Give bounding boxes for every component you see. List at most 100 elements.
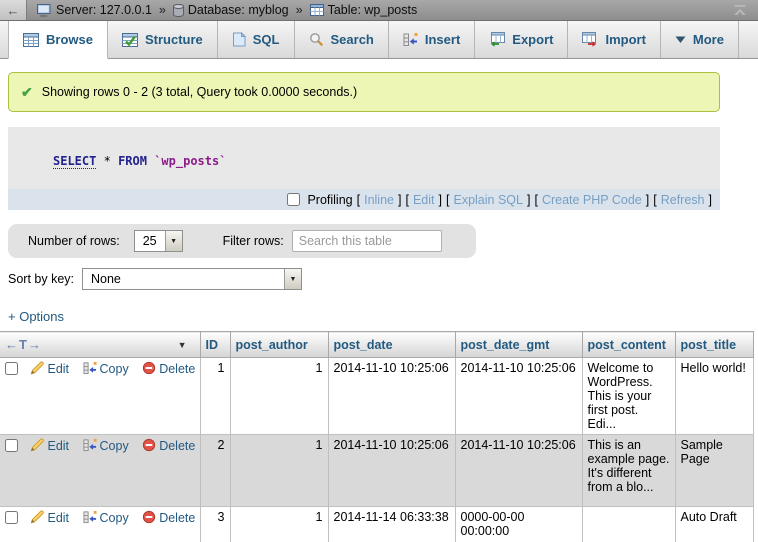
- tab-import-label: Import: [605, 32, 645, 47]
- header-post-title[interactable]: post_title: [675, 332, 753, 358]
- delete-action[interactable]: Delete: [142, 362, 195, 376]
- create-php-code-link[interactable]: Create PHP Code: [542, 193, 642, 207]
- bracket: [: [357, 193, 360, 207]
- cell-post-date: 2014-11-14 06:33:38: [328, 507, 455, 542]
- import-icon: [582, 32, 598, 47]
- copy-icon: [83, 510, 97, 524]
- edit-link: Edit: [47, 362, 69, 376]
- copy-action[interactable]: Copy: [83, 439, 129, 453]
- delete-action[interactable]: Delete: [142, 439, 195, 453]
- delete-link: Delete: [159, 439, 195, 453]
- breadcrumb: Server: 127.0.0.1 » Database: myblog » T…: [27, 0, 417, 20]
- rows-per-page-value: 25: [135, 231, 165, 251]
- refresh-link[interactable]: Refresh: [661, 193, 705, 207]
- cell-post-title: Auto Draft: [675, 507, 753, 542]
- edit-action[interactable]: Edit: [30, 439, 69, 453]
- row-actions-cell: Edit Copy Delete: [0, 507, 200, 542]
- cell-post-author: 1: [230, 435, 328, 507]
- sql-keyword-from: FROM: [118, 154, 147, 168]
- bracket: [: [534, 193, 537, 207]
- copy-action[interactable]: Copy: [83, 511, 129, 525]
- row-checkbox[interactable]: [5, 511, 18, 524]
- back-arrow-button[interactable]: ←: [0, 0, 27, 20]
- breadcrumb-server-label: Server: 127.0.0.1: [56, 3, 152, 17]
- cell-post-author: 1: [230, 507, 328, 542]
- rows-per-page-select[interactable]: 25 ▼: [134, 230, 183, 252]
- with-selected-caret-icon[interactable]: ▼: [178, 340, 195, 350]
- bracket: ]: [646, 193, 649, 207]
- options-toggle-link[interactable]: + Options: [8, 309, 64, 324]
- header-post-date[interactable]: post_date: [328, 332, 455, 358]
- tab-search-label: Search: [331, 32, 374, 47]
- inline-link[interactable]: Inline: [364, 193, 394, 207]
- bracket: [: [446, 193, 449, 207]
- header-id[interactable]: ID: [200, 332, 230, 358]
- cell-post-date: 2014-11-10 10:25:06: [328, 358, 455, 435]
- select-caret-icon: ▼: [165, 231, 182, 251]
- search-icon: [309, 32, 324, 47]
- sql-keyword-select[interactable]: SELECT: [53, 154, 96, 169]
- tab-sql[interactable]: SQL: [218, 21, 295, 58]
- cell-post-content: This is an example page. It's different …: [582, 435, 675, 507]
- breadcrumb-table[interactable]: Table: wp_posts: [310, 3, 418, 17]
- bracket: [: [405, 193, 408, 207]
- breadcrumb-server[interactable]: Server: 127.0.0.1: [37, 3, 152, 17]
- tab-search[interactable]: Search: [295, 21, 389, 58]
- column-nav-icon[interactable]: ←T→: [5, 337, 42, 352]
- back-arrow-icon: ←: [7, 3, 20, 18]
- sql-query: SELECT * FROM `wp_posts`: [8, 127, 720, 189]
- edit-link: Edit: [47, 511, 69, 525]
- breadcrumb-table-label: Table: wp_posts: [328, 3, 418, 17]
- edit-action[interactable]: Edit: [30, 511, 69, 525]
- results-table: ←T→ ▼ ID post_author post_date post_date…: [0, 331, 754, 542]
- edit-query-link[interactable]: Edit: [413, 193, 435, 207]
- export-icon: [489, 32, 505, 47]
- delete-action[interactable]: Delete: [142, 511, 195, 525]
- cell-post-title: Sample Page: [675, 435, 753, 507]
- cell-post-author: 1: [230, 358, 328, 435]
- bracket: [: [653, 193, 656, 207]
- explain-sql-link[interactable]: Explain SQL: [453, 193, 522, 207]
- copy-link: Copy: [100, 511, 129, 525]
- pencil-icon: [30, 361, 44, 375]
- delete-icon: [142, 438, 156, 452]
- breadcrumb-separator: »: [159, 3, 166, 17]
- cell-post-title: Hello world!: [675, 358, 753, 435]
- tab-export[interactable]: Export: [475, 21, 568, 58]
- filter-rows-input[interactable]: [292, 230, 442, 252]
- sort-key-select[interactable]: None ▼: [82, 268, 302, 290]
- main-content: ✔ Showing rows 0 - 2 (3 total, Query too…: [0, 59, 758, 542]
- tab-insert[interactable]: Insert: [389, 21, 475, 58]
- copy-link: Copy: [100, 439, 129, 453]
- collapse-panel-button[interactable]: [732, 4, 748, 22]
- tab-more[interactable]: More: [661, 21, 739, 58]
- header-post-content[interactable]: post_content: [582, 332, 675, 358]
- tab-structure[interactable]: Structure: [108, 21, 218, 58]
- copy-icon: [83, 438, 97, 452]
- insert-icon: [403, 32, 418, 47]
- cell-post-date-gmt: 2014-11-10 10:25:06: [455, 358, 582, 435]
- query-box: SELECT * FROM `wp_posts` Profiling [ Inl…: [8, 127, 720, 210]
- tab-import[interactable]: Import: [568, 21, 660, 58]
- filter-rows-label: Filter rows:: [223, 234, 284, 248]
- row-checkbox[interactable]: [5, 362, 18, 375]
- table-row: Edit Copy Delete 3 1 2014-11-14 06:33:38…: [0, 507, 753, 542]
- row-checkbox[interactable]: [5, 439, 18, 452]
- query-links-bar: Profiling [ Inline ] [ Edit ] [ Explain …: [8, 189, 720, 210]
- header-post-date-gmt[interactable]: post_date_gmt: [455, 332, 582, 358]
- cell-post-date-gmt: 2014-11-10 10:25:06: [455, 435, 582, 507]
- breadcrumb-database[interactable]: Database: myblog: [173, 3, 289, 17]
- tab-sql-label: SQL: [253, 32, 280, 47]
- database-icon: [173, 4, 184, 17]
- profiling-checkbox[interactable]: [287, 193, 300, 206]
- profiling-label: Profiling: [307, 193, 352, 207]
- tab-browse[interactable]: Browse: [8, 21, 108, 59]
- cell-post-date: 2014-11-10 10:25:06: [328, 435, 455, 507]
- edit-action[interactable]: Edit: [30, 362, 69, 376]
- rows-filter-bar: Number of rows: 25 ▼ Filter rows:: [8, 224, 476, 258]
- status-message: ✔ Showing rows 0 - 2 (3 total, Query too…: [8, 72, 720, 112]
- header-post-author[interactable]: post_author: [230, 332, 328, 358]
- rows-per-page-label: Number of rows:: [28, 234, 120, 248]
- structure-icon: [122, 33, 138, 47]
- copy-action[interactable]: Copy: [83, 362, 129, 376]
